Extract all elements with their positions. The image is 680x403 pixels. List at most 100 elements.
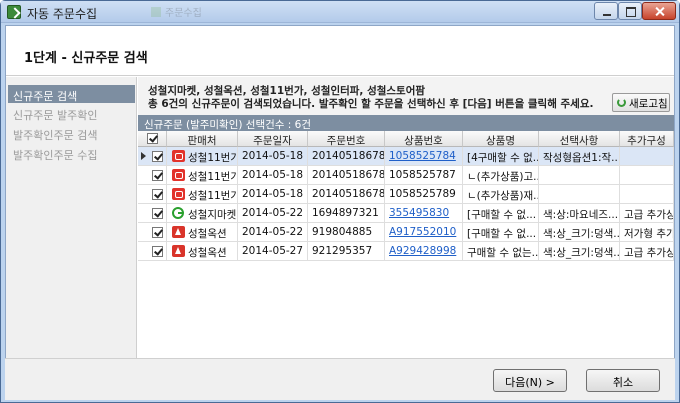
row-checkbox[interactable] [152, 189, 163, 200]
window-title: 자동 주문수집 [27, 7, 98, 21]
date-cell: 2014-05-22 ... [238, 223, 308, 242]
date-cell: 2014-05-18 ... [238, 166, 308, 185]
row-select-cell [138, 242, 167, 261]
seller-cell: 성철11번가 [167, 147, 238, 166]
current-row-indicator [141, 152, 146, 160]
product-no-cell[interactable]: 355495830 [385, 204, 463, 223]
maximize-button[interactable] [618, 2, 642, 20]
seller-cell: 성철11번가 [167, 166, 238, 185]
tab-icon [151, 6, 161, 17]
column-header[interactable]: 판매처 [167, 131, 238, 147]
extra-cell: 고급 추가상품 [620, 242, 674, 261]
row-select-cell [138, 223, 167, 242]
minimize-button[interactable] [594, 2, 618, 20]
seller-cell: 성철지마켓 [167, 204, 238, 223]
seller-name: 성철지마켓 [188, 209, 237, 221]
column-header[interactable]: 주문번호 [308, 131, 385, 147]
seller-name: 성철옥션 [188, 228, 227, 240]
option-cell: 작성형옵션1:작... [539, 147, 620, 166]
date-cell: 2014-05-18 ... [238, 185, 308, 204]
row-select-cell [138, 147, 167, 166]
date-cell: 2014-05-22 ... [238, 204, 308, 223]
product-no-cell[interactable]: A929428998 [385, 242, 463, 261]
product-no-cell: 1058525789 [385, 185, 463, 204]
app-icon [7, 5, 21, 19]
grid-caption: 신규주문 (발주미확인) 선택건수 : 6건 [138, 115, 674, 131]
date-cell: 2014-05-27 ... [238, 242, 308, 261]
refresh-button[interactable]: 새로고침 [612, 93, 670, 112]
option-cell [539, 166, 620, 185]
sidebar-item-confirmed-search[interactable]: 발주확인주문 검색 [8, 124, 135, 142]
order-no-cell: 20140518678... [308, 166, 385, 185]
row-select-cell [138, 166, 167, 185]
11st-icon [172, 188, 185, 200]
auction-icon [172, 226, 185, 238]
column-header[interactable]: 상품명 [463, 131, 539, 147]
extra-cell [620, 166, 674, 185]
table-row[interactable]: 성철지마켓2014-05-22 ...1694897321355495830[구… [138, 204, 674, 223]
11st-icon [172, 169, 185, 181]
order-grid: 판매처 주문일자 주문번호 상품번호 상품명 선택사항 추가구성 성철11번가 2… [138, 131, 674, 383]
table-row[interactable]: 성철11번가2014-05-18 ...20140518678...105852… [138, 147, 674, 166]
table-row[interactable]: 성철옥션 2014-05-27 ...921295357A929428998구매할… [138, 242, 674, 261]
order-no-cell: 921295357 [308, 242, 385, 261]
column-header[interactable]: 추가구성 [620, 131, 674, 147]
sidebar-item-confirmed-collect[interactable]: 발주확인주문 수집 [8, 144, 135, 162]
step-title: 1단계 - 신규주문 검색 [24, 51, 148, 66]
column-header[interactable]: 선택사항 [539, 131, 620, 147]
button-bar: 다음(N) > 취소 [5, 358, 675, 400]
result-message: 총 6건의 신규주문이 검색되었습니다. 발주확인 할 주문을 선택하신 후 [… [148, 98, 594, 110]
seller-name: 성철11번가 [188, 152, 238, 164]
row-checkbox[interactable] [152, 151, 163, 162]
sidebar: 신규주문 검색 신규주문 발주확인 발주확인주문 검색 발주확인주문 수집 [6, 77, 137, 383]
header-checkbox-col[interactable] [138, 131, 167, 147]
seller-cell: 성철옥션 [167, 223, 238, 242]
order-no-cell: 20140518678... [308, 185, 385, 204]
option-cell: 색:상_크기:덩색... [539, 242, 620, 261]
close-button[interactable] [642, 2, 676, 20]
extra-cell: 저가형 추가상 [620, 223, 674, 242]
select-all-checkbox[interactable] [147, 133, 158, 144]
product-no-cell: 1058525787 [385, 166, 463, 185]
cancel-button[interactable]: 취소 [586, 369, 660, 392]
product-name-cell: [4구매할 수 없... [463, 147, 539, 166]
auction-icon [172, 245, 185, 257]
row-checkbox[interactable] [152, 246, 163, 257]
product-name-cell: [구매할 수 없... [463, 204, 539, 223]
option-cell: 색:상:마요네즈... [539, 204, 620, 223]
row-checkbox[interactable] [152, 227, 163, 238]
message-panel: 성철지마켓, 성철옥션, 성철11번가, 성철인터파, 성철스토어팜 총 6건의… [138, 77, 674, 115]
seller-name: 성철옥션 [188, 247, 227, 259]
date-cell: 2014-05-18 ... [238, 147, 308, 166]
table-row[interactable]: 성철11번가2014-05-18 ...20140518678...105852… [138, 185, 674, 204]
product-no-cell[interactable]: 1058525784 [385, 147, 463, 166]
11st-icon [172, 150, 185, 162]
sidebar-item-new-order-confirm[interactable]: 신규주문 발주확인 [8, 104, 135, 122]
order-no-cell: 919804885 [308, 223, 385, 242]
background-tab: 주문수집 [151, 4, 211, 19]
option-cell [539, 185, 620, 204]
order-no-cell: 20140518678... [308, 147, 385, 166]
column-header[interactable]: 주문일자 [238, 131, 308, 147]
table-row[interactable]: 성철11번가2014-05-18 ...20140518678...105852… [138, 166, 674, 185]
row-checkbox[interactable] [152, 170, 163, 181]
refresh-icon [617, 98, 626, 107]
client-area: 1단계 - 신규주문 검색 신규주문 검색 신규주문 발주확인 발주확인주문 검… [5, 25, 675, 400]
option-cell: 색:상_크기:덩색... [539, 223, 620, 242]
seller-name: 성철11번가 [188, 171, 238, 183]
row-select-cell [138, 204, 167, 223]
product-name-cell: ㄴ(추가상품)고... [463, 166, 539, 185]
dialog-window: 자동 주문수집 주문수집 1단계 - 신규주문 검색 신규주문 검색 신규주문 … [0, 0, 680, 403]
table-row[interactable]: 성철옥션 2014-05-22 ...919804885A917552010[구매… [138, 223, 674, 242]
product-name-cell: [구매할 수 없... [463, 223, 539, 242]
product-no-cell[interactable]: A917552010 [385, 223, 463, 242]
sidebar-item-new-order-search[interactable]: 신규주문 검색 [8, 85, 135, 103]
row-checkbox[interactable] [152, 208, 163, 219]
next-button[interactable]: 다음(N) > [493, 369, 567, 392]
seller-name: 성철11번가 [188, 190, 238, 202]
seller-cell: 성철옥션 [167, 242, 238, 261]
order-no-cell: 1694897321 [308, 204, 385, 223]
column-header[interactable]: 상품번호 [385, 131, 463, 147]
product-name-cell: 구매할 수 없는... [463, 242, 539, 261]
title-bar[interactable]: 자동 주문수집 주문수집 [1, 1, 679, 23]
